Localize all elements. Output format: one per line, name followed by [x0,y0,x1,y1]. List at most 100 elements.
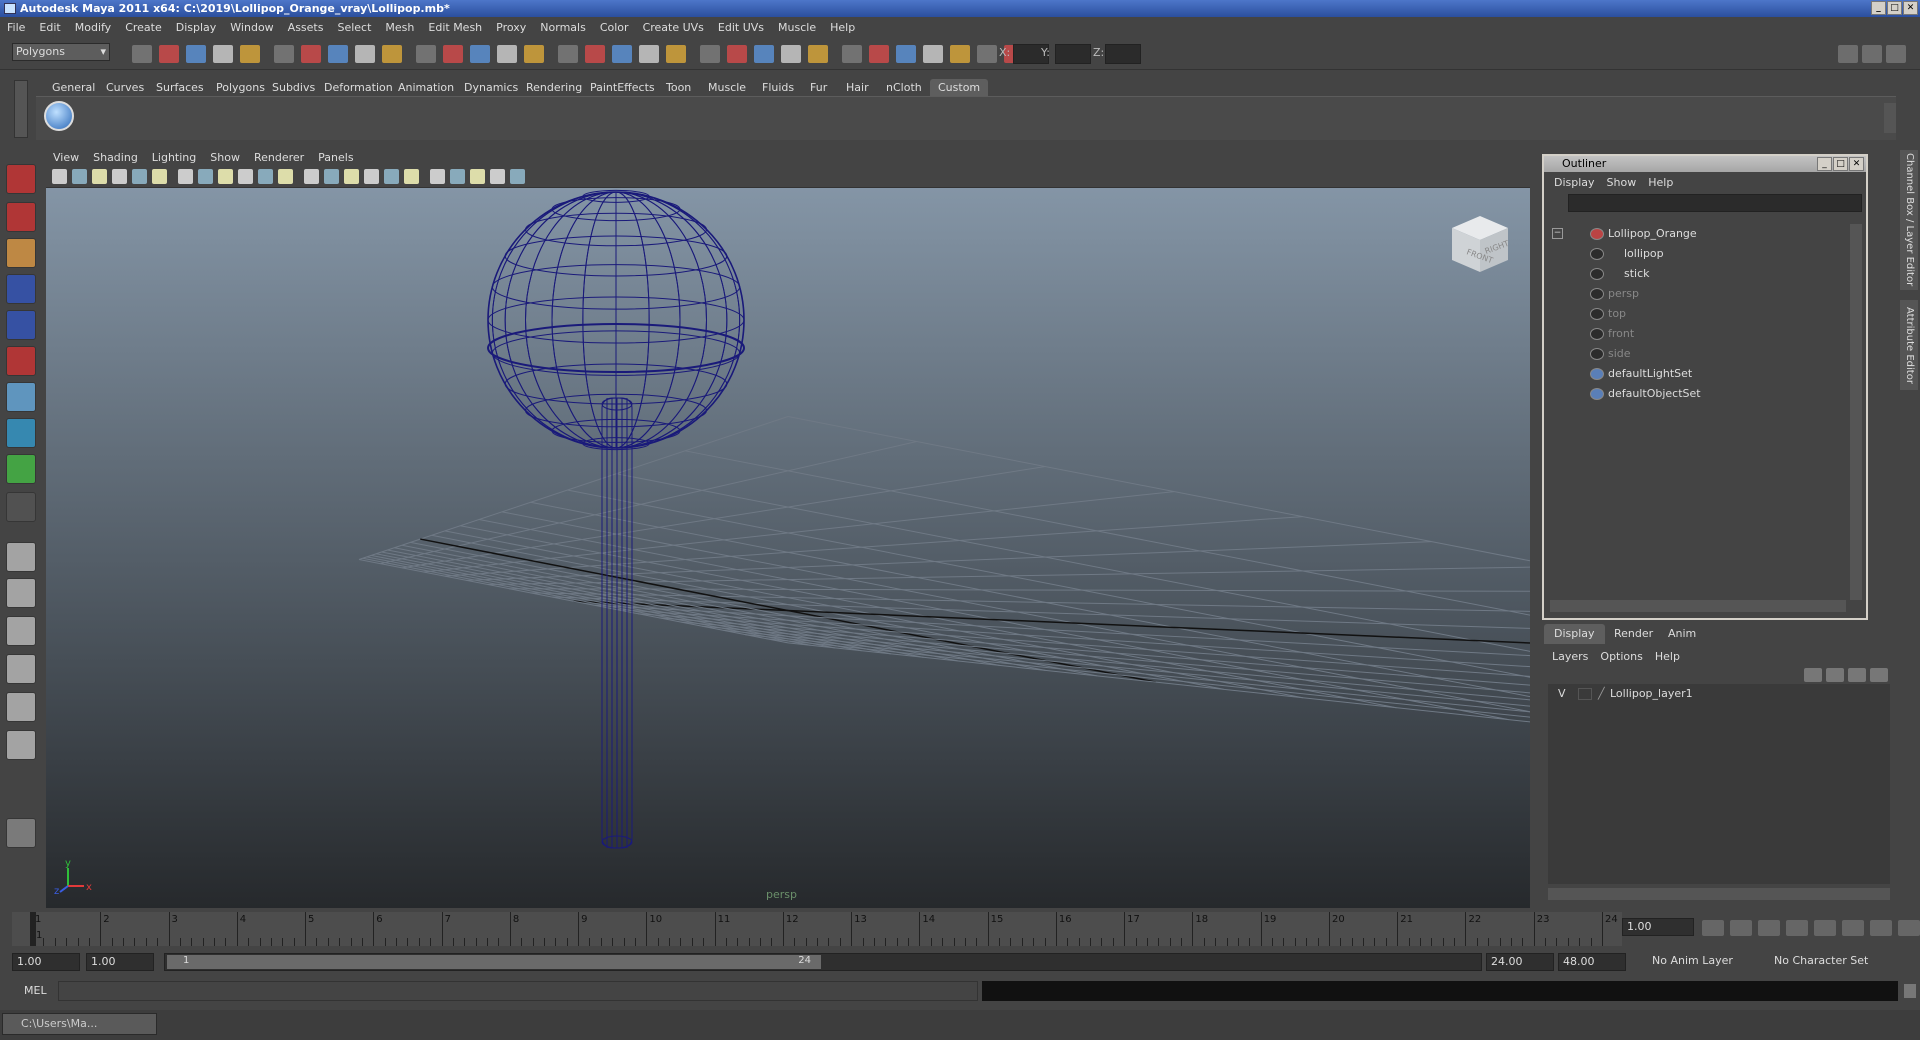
outliner-horizontal-scrollbar[interactable] [1550,600,1846,612]
outliner-minimize-button[interactable]: _ [1817,157,1832,171]
layer-tab-render[interactable]: Render [1604,624,1663,644]
xray-active-icon[interactable] [470,169,485,184]
move-layer-up-icon[interactable] [1848,668,1866,682]
save-scene-icon[interactable] [186,45,206,63]
bookmark-icon[interactable] [92,169,107,184]
select-tool-icon[interactable] [6,164,36,194]
hud-icon[interactable] [490,169,505,184]
use-all-lights-icon[interactable] [364,169,379,184]
safe-action-icon[interactable] [258,169,273,184]
layer-tab-display[interactable]: Display [1544,624,1605,644]
viewport-menu-view[interactable]: View [46,151,86,164]
shelf-tab-dynamics[interactable]: Dynamics [456,79,526,96]
lasso-tool-icon[interactable] [6,202,36,232]
shelf-tab-fur[interactable]: Fur [802,79,835,96]
grid-icon[interactable] [950,45,970,63]
soft-mod-icon[interactable] [6,418,36,448]
layer-row[interactable]: V ╱ Lollipop_layer1 [1548,684,1890,704]
current-time-field[interactable]: 1.00 [1622,918,1694,936]
shelf-tab-custom[interactable]: Custom [930,79,989,96]
show-channel-box-icon[interactable] [1886,45,1906,63]
command-input[interactable] [58,981,978,1001]
anim-layer-dropdown[interactable]: No Anim Layer [1648,953,1760,971]
attribute-editor-tab[interactable]: Attribute Editor [1900,300,1918,390]
outliner-menu-display[interactable]: Display [1548,176,1601,189]
field-chart-icon[interactable] [238,169,253,184]
show-manipulator-icon[interactable] [6,454,36,484]
play-backwards-icon[interactable] [1786,920,1808,936]
rotate-tool-icon[interactable] [6,310,36,340]
magnet-icon[interactable] [754,45,774,63]
menu-proxy[interactable]: Proxy [489,21,533,34]
layer-menu-layers[interactable]: Layers [1546,650,1594,663]
range-slider-track[interactable]: 1 24 [164,953,1482,971]
shelf-scroll-arrows[interactable] [1884,103,1896,133]
hotbox-icon[interactable] [6,818,36,848]
play-forwards-icon[interactable] [1814,920,1836,936]
smooth-shade-icon[interactable] [324,169,339,184]
checkmark-shelf-icon[interactable] [44,101,74,131]
layout-icon[interactable] [923,45,943,63]
layer-tab-anim[interactable]: Anim [1658,624,1706,644]
outliner-menu-show[interactable]: Show [1601,176,1643,189]
menu-window[interactable]: Window [223,21,280,34]
menu-muscle[interactable]: Muscle [771,21,823,34]
graph-layout-icon[interactable] [6,654,36,684]
layer-menu-help[interactable]: Help [1649,650,1686,663]
shelf-tab-fluids[interactable]: Fluids [754,79,802,96]
scene-icon[interactable] [977,45,997,63]
menu-edit[interactable]: Edit [32,21,67,34]
render-view-icon[interactable] [666,45,686,63]
lasso-icon[interactable] [781,45,801,63]
shelf-menu-handle[interactable] [14,80,28,138]
go-to-start-icon[interactable] [1702,920,1724,936]
shelf-tab-ncloth[interactable]: nCloth [878,79,930,96]
camera-icon[interactable] [842,45,862,63]
menu-display[interactable]: Display [169,21,224,34]
z-coord-field[interactable] [1105,44,1141,64]
outliner-item-lollipop_orange[interactable]: − Lollipop_Orange [1550,224,1830,244]
script-editor-icon[interactable] [1904,984,1916,998]
shelf-tab-curves[interactable]: Curves [98,79,152,96]
y-coord-field[interactable] [1055,44,1091,64]
show-attribute-editor-icon[interactable] [1862,45,1882,63]
scale-tool-icon[interactable] [6,346,36,376]
snap-grid-icon[interactable] [328,45,348,63]
outliner-item-lollipop[interactable]: lollipop [1550,244,1830,264]
xray-joints-icon[interactable] [450,169,465,184]
menu-select[interactable]: Select [330,21,378,34]
outliner-item-top[interactable]: top [1550,304,1830,324]
paint-icon[interactable] [727,45,747,63]
lock-selection-icon[interactable] [301,45,321,63]
light-icon[interactable] [869,45,889,63]
shelf-tab-deformation[interactable]: Deformation [316,79,401,96]
two-d-pan-icon[interactable] [132,169,147,184]
layer-horizontal-scrollbar[interactable] [1548,888,1890,900]
four-pane-layout-icon[interactable] [6,578,36,608]
maximize-button[interactable]: □ [1887,1,1902,15]
snap-live-icon[interactable] [443,45,463,63]
render-current-icon[interactable] [558,45,578,63]
open-scene-icon[interactable] [159,45,179,63]
layer-color-swatch-icon[interactable]: ╱ [1598,684,1605,704]
history-icon[interactable] [470,45,490,63]
manipulator-icon[interactable] [6,382,36,412]
hypershade-icon[interactable] [639,45,659,63]
menu-mesh[interactable]: Mesh [378,21,421,34]
new-scene-icon[interactable] [132,45,152,63]
step-forward-frame-icon[interactable] [1842,920,1864,936]
uv-icon[interactable] [896,45,916,63]
xray-icon[interactable] [404,169,419,184]
close-button[interactable]: ✕ [1903,1,1918,15]
construction-history-icon[interactable] [497,45,517,63]
move-layer-down-icon[interactable] [1870,668,1888,682]
custom-layout-icon[interactable] [6,730,36,760]
minimize-button[interactable]: _ [1871,1,1886,15]
outliner-item-persp[interactable]: persp [1550,284,1830,304]
move-tool-icon[interactable] [6,274,36,304]
menu-normals[interactable]: Normals [533,21,593,34]
menu-edit-uvs[interactable]: Edit UVs [711,21,771,34]
snap-point-icon[interactable] [382,45,402,63]
collapse-toggle-icon[interactable]: − [1552,228,1563,239]
input-ops-icon[interactable] [524,45,544,63]
